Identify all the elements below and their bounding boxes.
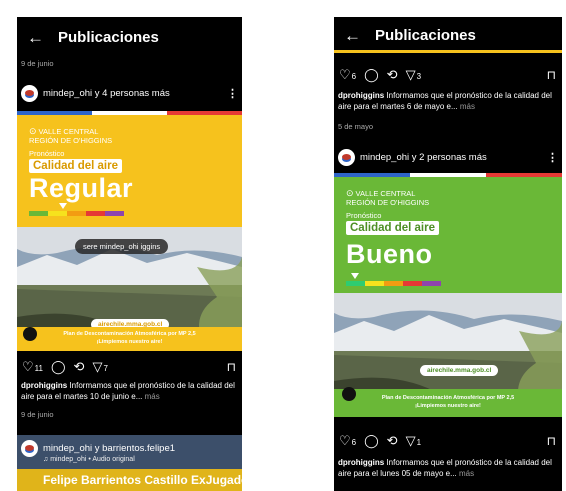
page-title: Publicaciones [375,27,476,44]
like-icon[interactable]: ♡11 [22,359,43,375]
region-label: ⊙ VALLE CENTRAL REGIÓN DE O'HIGGINS [346,188,430,207]
more-options-icon[interactable]: ⋮ [547,151,558,164]
page-title: Publicaciones [58,29,159,46]
url-pill: airechile.mma.gob.cl [420,365,499,376]
share-icon[interactable]: ▽7 [92,359,107,375]
left-header: ← Publicaciones [17,29,242,46]
post-actions: ♡11 ◯ ⟲ ▽7 ⊓ [22,359,236,375]
reel-audio[interactable]: ♫ mindep_ohi • Audio original [43,456,135,463]
comment-icon[interactable]: ◯ [364,433,379,449]
bookmark-icon[interactable]: ⊓ [547,434,556,448]
user-tag-icon[interactable] [23,327,37,341]
top-stripe [334,50,562,53]
post-users[interactable]: mindep_ohi y 2 personas más [360,152,487,163]
calidad-pill: Calidad del aire [346,221,440,235]
pronostico-label: Pronóstico [29,149,65,158]
quality-scale-bar [346,281,441,286]
prev-post-actions: ♡6 ◯ ⟲ ▽3 ⊓ [339,67,556,83]
post-date: 9 de junio [21,410,54,419]
reel-users[interactable]: mindep_ohi y barrientos.felipe1 [43,443,175,454]
comment-icon[interactable]: ◯ [364,67,379,83]
reel-title: Felipe Barrientos Castillo ExJugador [17,469,242,491]
tagged-users-label[interactable]: sere mindep_ohi iggins [75,239,169,254]
calidad-pill: Calidad del aire [29,159,123,173]
post-image-regular[interactable]: ⊙ VALLE CENTRAL REGIÓN DE O'HIGGINS Pronó… [17,115,242,351]
plan-text: Plan de Descontaminación Atmosférica por… [381,395,515,409]
back-arrow-icon[interactable]: ← [27,29,44,46]
post-header[interactable]: mindep_ohi y 4 personas más ⋮ [21,83,238,103]
repost-icon[interactable]: ⟲ [387,67,398,83]
back-arrow-icon[interactable]: ← [344,27,361,44]
level-text: Regular [29,173,134,203]
left-phone-screen: ← Publicaciones 9 de junio mindep_ohi y … [17,17,242,491]
like-icon[interactable]: ♡6 [339,433,356,449]
reel-post[interactable]: mindep_ohi y barrientos.felipe1 ♫ mindep… [17,435,242,491]
prev-post-caption[interactable]: dprohiggins Informamos que el pronóstico… [338,90,558,112]
reel-header[interactable]: mindep_ohi y barrientos.felipe1 [21,438,238,458]
bookmark-icon[interactable]: ⊓ [547,68,556,82]
repost-icon[interactable]: ⟲ [74,359,85,375]
comment-icon[interactable]: ◯ [51,359,66,375]
more-options-icon[interactable]: ⋮ [227,87,238,100]
level-text: Bueno [346,239,433,269]
post-caption[interactable]: dprohiggins Informamos que el pronóstico… [338,457,558,479]
post-actions: ♡6 ◯ ⟲ ▽1 ⊓ [339,433,556,449]
bookmark-icon[interactable]: ⊓ [227,360,236,374]
right-header: ← Publicaciones [334,27,562,44]
scale-marker [59,203,67,209]
post-header[interactable]: mindep_ohi y 2 personas más ⋮ [338,147,558,167]
avatar[interactable] [338,148,355,166]
prev-post-date: 5 de mayo [338,122,374,131]
user-tag-icon[interactable] [342,387,356,401]
like-icon[interactable]: ♡6 [339,67,356,83]
scale-marker [351,273,359,279]
region-label: ⊙ VALLE CENTRAL REGIÓN DE O'HIGGINS [29,126,113,145]
repost-icon[interactable]: ⟲ [387,433,398,449]
plan-text: Plan de Descontaminación Atmosférica por… [63,331,196,345]
post-users[interactable]: mindep_ohi y 4 personas más [43,88,170,99]
quality-scale-bar [29,211,124,216]
reel-avatar[interactable] [21,439,38,457]
share-icon[interactable]: ▽3 [406,67,421,83]
top-date: 9 de junio [21,59,54,68]
post-image-bueno[interactable]: ⊙ VALLE CENTRAL REGIÓN DE O'HIGGINS Pronó… [334,177,562,417]
avatar[interactable] [21,84,38,102]
share-icon[interactable]: ▽1 [406,433,421,449]
post-caption[interactable]: dprohiggins Informamos que el pronóstico… [21,380,238,402]
right-phone-screen: ← Publicaciones ♡6 ◯ ⟲ ▽3 ⊓ dprohiggins … [334,17,562,491]
pronostico-label: Pronóstico [346,211,382,220]
